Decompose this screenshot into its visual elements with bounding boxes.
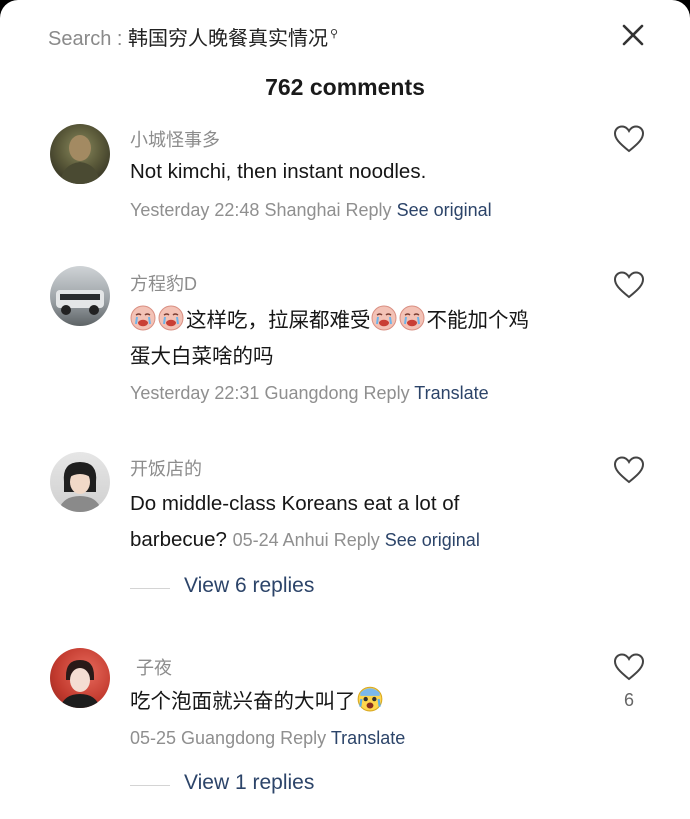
comment-time-location: 05-25 Guangdong: [130, 728, 276, 748]
comment-text-part: 这样吃，拉屎都难受: [186, 309, 371, 332]
view-replies-label[interactable]: View 6 replies: [184, 574, 314, 598]
comment-text: 这样吃，拉屎都难受 不能加个鸡 蛋大白菜啥的吗: [130, 303, 600, 375]
avatar[interactable]: [50, 266, 110, 326]
comment-username[interactable]: 开饭店的: [130, 455, 202, 481]
crying-face-emoji: [158, 305, 184, 331]
comment-text: Do middle-class Koreans eat a lot of bar…: [130, 486, 610, 558]
heart-icon[interactable]: [613, 270, 645, 300]
avatar[interactable]: [50, 452, 110, 512]
reply-button[interactable]: Reply: [364, 383, 410, 403]
comments-count: 762 comments: [265, 74, 425, 100]
heart-icon[interactable]: [613, 652, 645, 682]
comment-time-location: Yesterday 22:31 Guangdong: [130, 383, 359, 403]
comment-meta: Yesterday 22:48 Shanghai Reply See origi…: [130, 200, 492, 221]
comment-time-location: 05-24 Anhui: [232, 530, 329, 550]
comment-text-part: barbecue?: [130, 528, 227, 551]
comment-text-part: 吃个泡面就兴奋的大叫了: [130, 690, 356, 713]
comment-meta: 05-24 Anhui Reply See original: [233, 530, 480, 550]
search-icon[interactable]: ⚲: [330, 28, 338, 40]
like-count: 6: [623, 690, 634, 710]
see-original-button[interactable]: See original: [385, 530, 480, 550]
comment-username[interactable]: 小城怪事多: [130, 126, 220, 152]
comment-text: 吃个泡面就兴奋的大叫了: [130, 684, 600, 720]
avatar[interactable]: [50, 648, 110, 708]
comments-header: Search : 韩国穷人晚餐真实情况 ⚲ 762 comments: [0, 0, 690, 120]
translate-button[interactable]: Translate: [331, 728, 405, 748]
see-original-button[interactable]: See original: [397, 200, 492, 220]
reply-button[interactable]: Reply: [346, 200, 392, 220]
view-replies-label[interactable]: View 1 replies: [184, 771, 314, 795]
heart-icon[interactable]: [613, 124, 645, 154]
close-icon[interactable]: [616, 18, 650, 52]
comments-sheet: Search : 韩国穷人晚餐真实情况 ⚲ 762 comments 小城怪事多 …: [0, 0, 690, 819]
comment-text-line: 这样吃，拉屎都难受 不能加个鸡: [130, 303, 600, 339]
comment-time-location: Yesterday 22:48 Shanghai: [130, 200, 341, 220]
scared-face-emoji: [357, 686, 382, 712]
comment-meta: Yesterday 22:31 Guangdong Reply Translat…: [130, 383, 489, 404]
avatar[interactable]: [50, 124, 110, 184]
reply-button[interactable]: Reply: [334, 530, 380, 550]
search-bar[interactable]: Search : 韩国穷人晚餐真实情况 ⚲: [48, 22, 338, 51]
comment-text-line: 蛋大白菜啥的吗: [130, 345, 274, 368]
comment-username[interactable]: 子夜: [136, 654, 172, 680]
crying-face-emoji: [371, 305, 396, 331]
divider: [130, 785, 170, 786]
comment-text-line: Do middle-class Koreans eat a lot of: [130, 492, 460, 515]
search-label: Search :: [48, 28, 129, 50]
comment-text-line: barbecue? 05-24 Anhui Reply See original: [130, 522, 610, 558]
comment-username[interactable]: 方程豹D: [130, 270, 197, 296]
crying-face-emoji: [130, 305, 156, 331]
translate-button[interactable]: Translate: [414, 383, 488, 403]
heart-icon[interactable]: [613, 455, 645, 485]
crying-face-emoji: [399, 305, 424, 331]
search-query[interactable]: 韩国穷人晚餐真实情况: [128, 28, 328, 50]
divider: [130, 588, 170, 589]
comment-meta: 05-25 Guangdong Reply Translate: [130, 728, 405, 749]
comment-text: Not kimchi, then instant noodles.: [130, 160, 427, 183]
reply-button[interactable]: Reply: [280, 728, 326, 748]
comment-text-part: 不能加个鸡: [426, 309, 530, 332]
